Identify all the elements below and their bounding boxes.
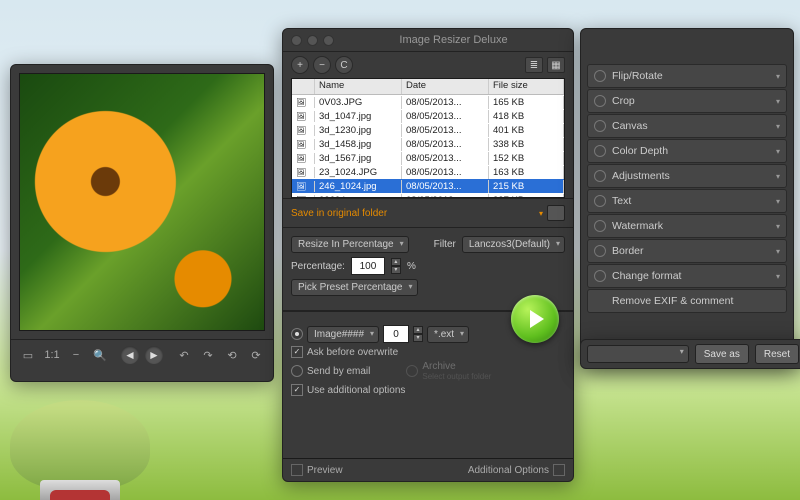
list-view-icon[interactable]: ≣ — [525, 57, 543, 73]
send-email-label: Send by email — [307, 366, 370, 377]
option-watermark[interactable]: Watermark▾ — [587, 214, 787, 238]
filter-label: Filter — [434, 239, 456, 250]
rotate-cw-icon[interactable]: ↷ — [199, 346, 217, 364]
filter-select[interactable]: Lanczos3(Default) — [462, 236, 565, 253]
undo-icon[interactable]: ⟲ — [223, 346, 241, 364]
chevron-down-icon: ▾ — [539, 209, 543, 218]
table-row[interactable]: 🖼23_1024.JPG08/05/2013...163 KB — [292, 165, 564, 179]
percentage-unit: % — [407, 261, 416, 272]
preview-tab[interactable]: Preview — [307, 465, 343, 476]
preview-viewport[interactable] — [19, 73, 265, 331]
preset-select[interactable] — [587, 345, 689, 363]
window-controls[interactable] — [291, 35, 334, 46]
remove-file-button[interactable]: − — [313, 56, 331, 74]
archive-label: Archive — [422, 361, 491, 372]
archive-radio[interactable] — [406, 365, 418, 377]
add-file-button[interactable]: + — [291, 56, 309, 74]
footer-tabs: Preview Additional Options — [283, 458, 573, 481]
preset-percentage-select[interactable]: Pick Preset Percentage — [291, 279, 418, 296]
main-panel: Image Resizer Deluxe + − C ≣ ▦ Name Date… — [282, 28, 574, 482]
archive-sublabel: Select output folder — [422, 372, 491, 381]
table-row[interactable]: 🖼0V03.JPG08/05/2013...165 KB — [292, 95, 564, 109]
grid-view-icon[interactable]: ▦ — [547, 57, 565, 73]
table-row[interactable]: 🖼246_1024.jpg08/05/2013...215 KB — [292, 179, 564, 193]
prev-image-button[interactable]: ◄ — [121, 346, 139, 364]
option-flip-rotate[interactable]: Flip/Rotate▾ — [587, 64, 787, 88]
save-location-label: Save in original folder — [291, 208, 535, 219]
ask-overwrite-checkbox[interactable]: ✓ — [291, 346, 303, 358]
naming-index-input[interactable] — [383, 325, 409, 343]
zoom-out-icon[interactable]: − — [67, 346, 85, 364]
option-border[interactable]: Border▾ — [587, 239, 787, 263]
additional-options-tab[interactable]: Additional Options — [468, 465, 549, 476]
preview-panel: ▭ 1:1 − 🔍 ◄ ► ↶ ↷ ⟲ ⟳ — [10, 64, 274, 382]
table-row[interactable]: 🖼3d_1458.jpg08/05/2013...338 KB — [292, 137, 564, 151]
file-list-toolbar: + − C ≣ ▦ — [283, 52, 573, 78]
table-row[interactable]: 🖼3d_1567.jpg08/05/2013...152 KB — [292, 151, 564, 165]
preview-toggle-icon[interactable] — [291, 464, 303, 476]
table-row[interactable]: 🖼3d_1230.jpg08/05/2013...401 KB — [292, 123, 564, 137]
col-name[interactable]: Name — [315, 79, 402, 94]
save-location-row[interactable]: Save in original folder ▾ — [283, 198, 573, 228]
run-button[interactable] — [511, 295, 559, 343]
naming-pattern-select[interactable]: Image#### — [307, 326, 379, 343]
fit-window-icon[interactable]: ▭ — [19, 346, 37, 364]
option-remove-exif-comment[interactable]: Remove EXIF & comment — [587, 289, 787, 313]
preview-image — [20, 74, 264, 330]
table-row[interactable]: 🖼3d_1047.jpg08/05/2013...418 KB — [292, 109, 564, 123]
option-crop[interactable]: Crop▾ — [587, 89, 787, 113]
preset-save-bar: Save as Reset — [580, 339, 800, 369]
file-table[interactable]: Name Date File size 🖼0V03.JPG08/05/2013.… — [291, 78, 565, 198]
option-text[interactable]: Text▾ — [587, 189, 787, 213]
col-size[interactable]: File size — [489, 79, 564, 94]
use-additional-checkbox[interactable]: ✓ — [291, 384, 303, 396]
refresh-button[interactable]: C — [335, 56, 353, 74]
ask-overwrite-label: Ask before overwrite — [307, 347, 398, 358]
desktop: ▭ 1:1 − 🔍 ◄ ► ↶ ↷ ⟲ ⟳ Image Resizer Delu… — [0, 0, 800, 500]
folder-icon[interactable] — [547, 205, 565, 221]
option-color-depth[interactable]: Color Depth▾ — [587, 139, 787, 163]
naming-radio[interactable] — [291, 328, 303, 340]
actual-size-button[interactable]: 1:1 — [43, 346, 61, 364]
option-canvas[interactable]: Canvas▾ — [587, 114, 787, 138]
resize-mode-select[interactable]: Resize In Percentage — [291, 236, 409, 253]
reset-button[interactable]: Reset — [755, 344, 799, 364]
next-image-button[interactable]: ► — [145, 346, 163, 364]
percentage-label: Percentage: — [291, 261, 345, 272]
naming-ext-select[interactable]: *.ext — [427, 326, 469, 343]
window-title: Image Resizer Deluxe — [342, 34, 565, 46]
additional-toggle-icon[interactable] — [553, 464, 565, 476]
table-header[interactable]: Name Date File size — [292, 79, 564, 95]
percentage-stepper[interactable]: ▴▾ — [391, 258, 401, 274]
option-change-format[interactable]: Change format▾ — [587, 264, 787, 288]
percentage-input[interactable] — [351, 257, 385, 275]
option-adjustments[interactable]: Adjustments▾ — [587, 164, 787, 188]
naming-index-stepper[interactable]: ▴▾ — [413, 326, 423, 342]
titlebar: Image Resizer Deluxe — [283, 29, 573, 52]
zoom-in-icon[interactable]: 🔍 — [91, 346, 109, 364]
save-as-button[interactable]: Save as — [695, 344, 749, 364]
preview-toolbar: ▭ 1:1 − 🔍 ◄ ► ↶ ↷ ⟲ ⟳ — [11, 339, 273, 370]
use-additional-label: Use additional options — [307, 385, 405, 396]
col-date[interactable]: Date — [402, 79, 489, 94]
rotate-ccw-icon[interactable]: ↶ — [175, 346, 193, 364]
additional-options-panel: Flip/Rotate▾Crop▾Canvas▾Color Depth▾Adju… — [580, 28, 794, 368]
redo-icon[interactable]: ⟳ — [247, 346, 265, 364]
send-email-radio[interactable] — [291, 365, 303, 377]
